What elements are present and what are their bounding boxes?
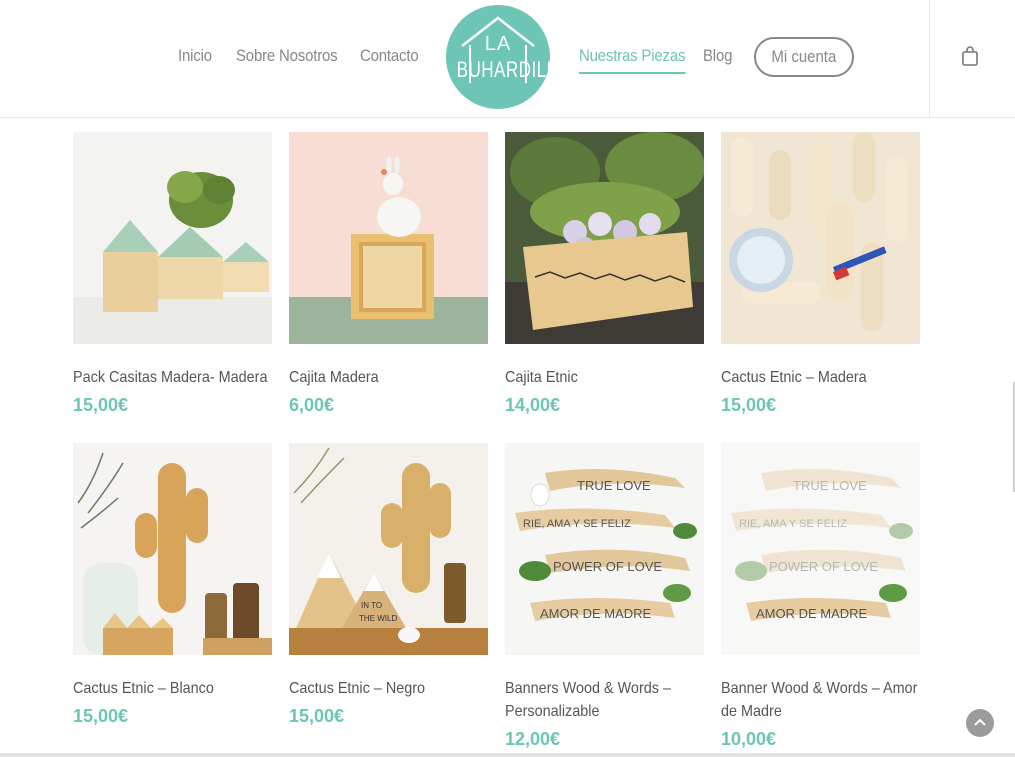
mi-cuenta-label: Mi cuenta: [771, 47, 837, 66]
product-card[interactable]: Cactus Etnic – Madera 15,00€: [721, 132, 920, 416]
svg-text:POWER OF LOVE: POWER OF LOVE: [769, 559, 878, 574]
product-name[interactable]: Pack Casitas Madera- Madera: [73, 366, 273, 389]
product-price: 6,00€: [289, 395, 335, 415]
logo-line2: BUHARDILLA: [456, 57, 569, 82]
product-card[interactable]: IN TO THE WILD Cactus Etnic – Negro 15,0…: [289, 443, 488, 727]
chevron-up-icon: [974, 718, 986, 726]
svg-text:RIE, AMA Y SE FELIZ: RIE, AMA Y SE FELIZ: [523, 518, 631, 530]
product-price: 15,00€: [289, 706, 345, 726]
product-card[interactable]: Cajita Etnic 14,00€: [505, 132, 704, 416]
product-price: 14,00€: [505, 395, 561, 415]
product-image[interactable]: [505, 132, 704, 344]
product-name[interactable]: Cajita Madera: [289, 366, 489, 389]
scroll-to-top-button[interactable]: [966, 709, 994, 737]
product-image[interactable]: TRUE LOVE RIE, AMA Y SE FELIZ POWER OF L…: [505, 443, 704, 655]
product-image[interactable]: [73, 443, 272, 655]
product-price: 12,00€: [505, 729, 561, 749]
product-image[interactable]: [289, 132, 488, 344]
product-price: 15,00€: [73, 706, 129, 726]
header-divider: [929, 0, 930, 118]
svg-text:TRUE LOVE: TRUE LOVE: [577, 478, 651, 493]
nav-sobre-nosotros[interactable]: Sobre Nosotros: [236, 46, 338, 66]
svg-text:TRUE LOVE: TRUE LOVE: [793, 478, 867, 493]
nav-inicio[interactable]: Inicio: [178, 46, 212, 66]
product-name[interactable]: Cajita Etnic: [505, 366, 705, 389]
product-image[interactable]: IN TO THE WILD: [289, 443, 488, 655]
product-image[interactable]: TRUE LOVE RIE, AMA Y SE FELIZ POWER OF L…: [721, 443, 920, 655]
product-name[interactable]: Cactus Etnic – Negro: [289, 677, 489, 700]
product-image[interactable]: [73, 132, 272, 344]
product-name[interactable]: Banners Wood & Words – Personalizable: [505, 677, 705, 723]
product-name[interactable]: Banner Wood & Words – Amor de Madre: [721, 677, 921, 723]
svg-text:THE WILD: THE WILD: [359, 614, 397, 623]
mi-cuenta-button[interactable]: Mi cuenta: [754, 37, 854, 77]
site-logo[interactable]: LA BUHARDILLA: [445, 5, 569, 109]
svg-text:IN TO: IN TO: [361, 601, 382, 610]
svg-text:AMOR DE MADRE: AMOR DE MADRE: [756, 606, 868, 621]
product-card[interactable]: Cactus Etnic – Blanco 15,00€: [73, 443, 272, 727]
svg-text:RIE, AMA Y SE FELIZ: RIE, AMA Y SE FELIZ: [739, 518, 847, 530]
logo-line1: LA: [484, 33, 512, 55]
product-name[interactable]: Cactus Etnic – Blanco: [73, 677, 273, 700]
product-image[interactable]: [721, 132, 920, 344]
product-card[interactable]: TRUE LOVE RIE, AMA Y SE FELIZ POWER OF L…: [721, 443, 920, 750]
nav-blog[interactable]: Blog: [703, 46, 732, 66]
product-card[interactable]: Pack Casitas Madera- Madera 15,00€: [73, 132, 272, 416]
product-name[interactable]: Cactus Etnic – Madera: [721, 366, 921, 389]
nav-contacto[interactable]: Contacto: [360, 46, 419, 66]
shopping-bag-icon[interactable]: [961, 46, 979, 66]
product-card[interactable]: TRUE LOVE RIE, AMA Y SE FELIZ POWER OF L…: [505, 443, 704, 750]
product-price: 15,00€: [73, 395, 129, 415]
page-bottom-edge: [0, 753, 1015, 757]
svg-text:POWER OF LOVE: POWER OF LOVE: [553, 559, 662, 574]
product-price: 15,00€: [721, 395, 777, 415]
product-card[interactable]: Cajita Madera 6,00€: [289, 132, 488, 416]
svg-text:AMOR DE MADRE: AMOR DE MADRE: [540, 606, 652, 621]
product-price: 10,00€: [721, 729, 777, 749]
nav-nuestras-piezas[interactable]: Nuestras Piezas: [579, 46, 685, 74]
site-header: Inicio Sobre Nosotros Contacto LA BUHARD…: [0, 0, 1015, 118]
